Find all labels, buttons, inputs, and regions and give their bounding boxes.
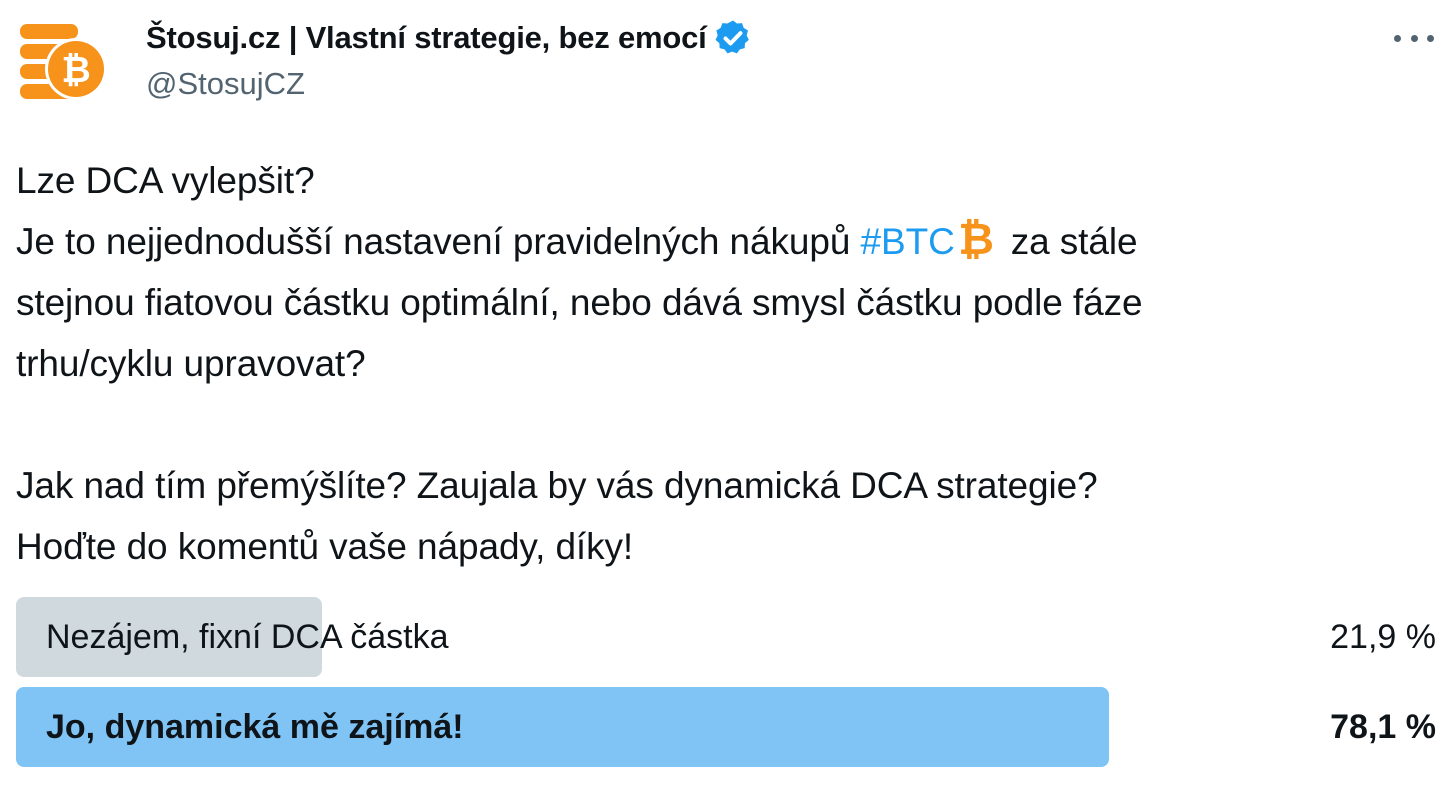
tweet-line: Je to nejjednodušší nastavení pravidelný… xyxy=(16,211,1436,272)
svg-text:₿: ₿ xyxy=(61,50,90,91)
verified-badge-icon[interactable] xyxy=(713,18,753,58)
display-name-row: Štosuj.cz | Vlastní strategie, bez emocí xyxy=(146,14,753,62)
tweet-line: stejnou fiatovou částku optimální, nebo … xyxy=(16,282,1143,323)
display-name[interactable]: Štosuj.cz | Vlastní strategie, bez emocí xyxy=(146,20,707,56)
tweet-line: Jak nad tím přemýšlíte? Zaujala by vás d… xyxy=(16,465,1098,506)
poll-option-winner[interactable]: Jo, dynamická mě zajímá! 78,1 % xyxy=(16,687,1436,767)
bitcoin-emoji-icon: ₿ xyxy=(959,214,993,264)
dot xyxy=(1427,34,1434,42)
tweet-text: Lze DCA vylepšit? Je to nejjednodušší na… xyxy=(16,150,1436,577)
poll-option[interactable]: Nezájem, fixní DCA částka 21,9 % xyxy=(16,597,1436,677)
tweet-line: Hoďte do komentů vaše nápady, díky! xyxy=(16,526,634,567)
poll-option-percent: 78,1 % xyxy=(1330,708,1436,746)
more-options-icon[interactable] xyxy=(1394,26,1434,50)
tweet-text-segment: za stále xyxy=(1010,221,1138,262)
poll-option-percent: 21,9 % xyxy=(1330,618,1436,656)
avatar[interactable]: ₿ xyxy=(20,20,112,102)
tweet: ₿ Štosuj.cz | Vlastní strategie, bez emo… xyxy=(0,0,1456,787)
dot xyxy=(1410,34,1418,42)
poll-option-label: Nezájem, fixní DCA částka xyxy=(46,618,449,656)
hashtag-link[interactable]: #BTC xyxy=(861,221,955,262)
dot xyxy=(1394,34,1401,42)
poll-option-label: Jo, dynamická mě zajímá! xyxy=(46,708,464,746)
svg-text:₿: ₿ xyxy=(959,214,993,264)
tweet-line: Lze DCA vylepšit? xyxy=(16,160,315,201)
stacked-bitcoin-coins-icon: ₿ xyxy=(20,24,107,100)
tweet-line: trhu/cyklu upravovat? xyxy=(16,343,366,384)
tweet-text-segment: Je to nejjednodušší nastavení pravidelný… xyxy=(16,221,861,262)
author-block[interactable]: Štosuj.cz | Vlastní strategie, bez emocí… xyxy=(146,14,753,102)
handle[interactable]: @StosujCZ xyxy=(146,66,753,102)
